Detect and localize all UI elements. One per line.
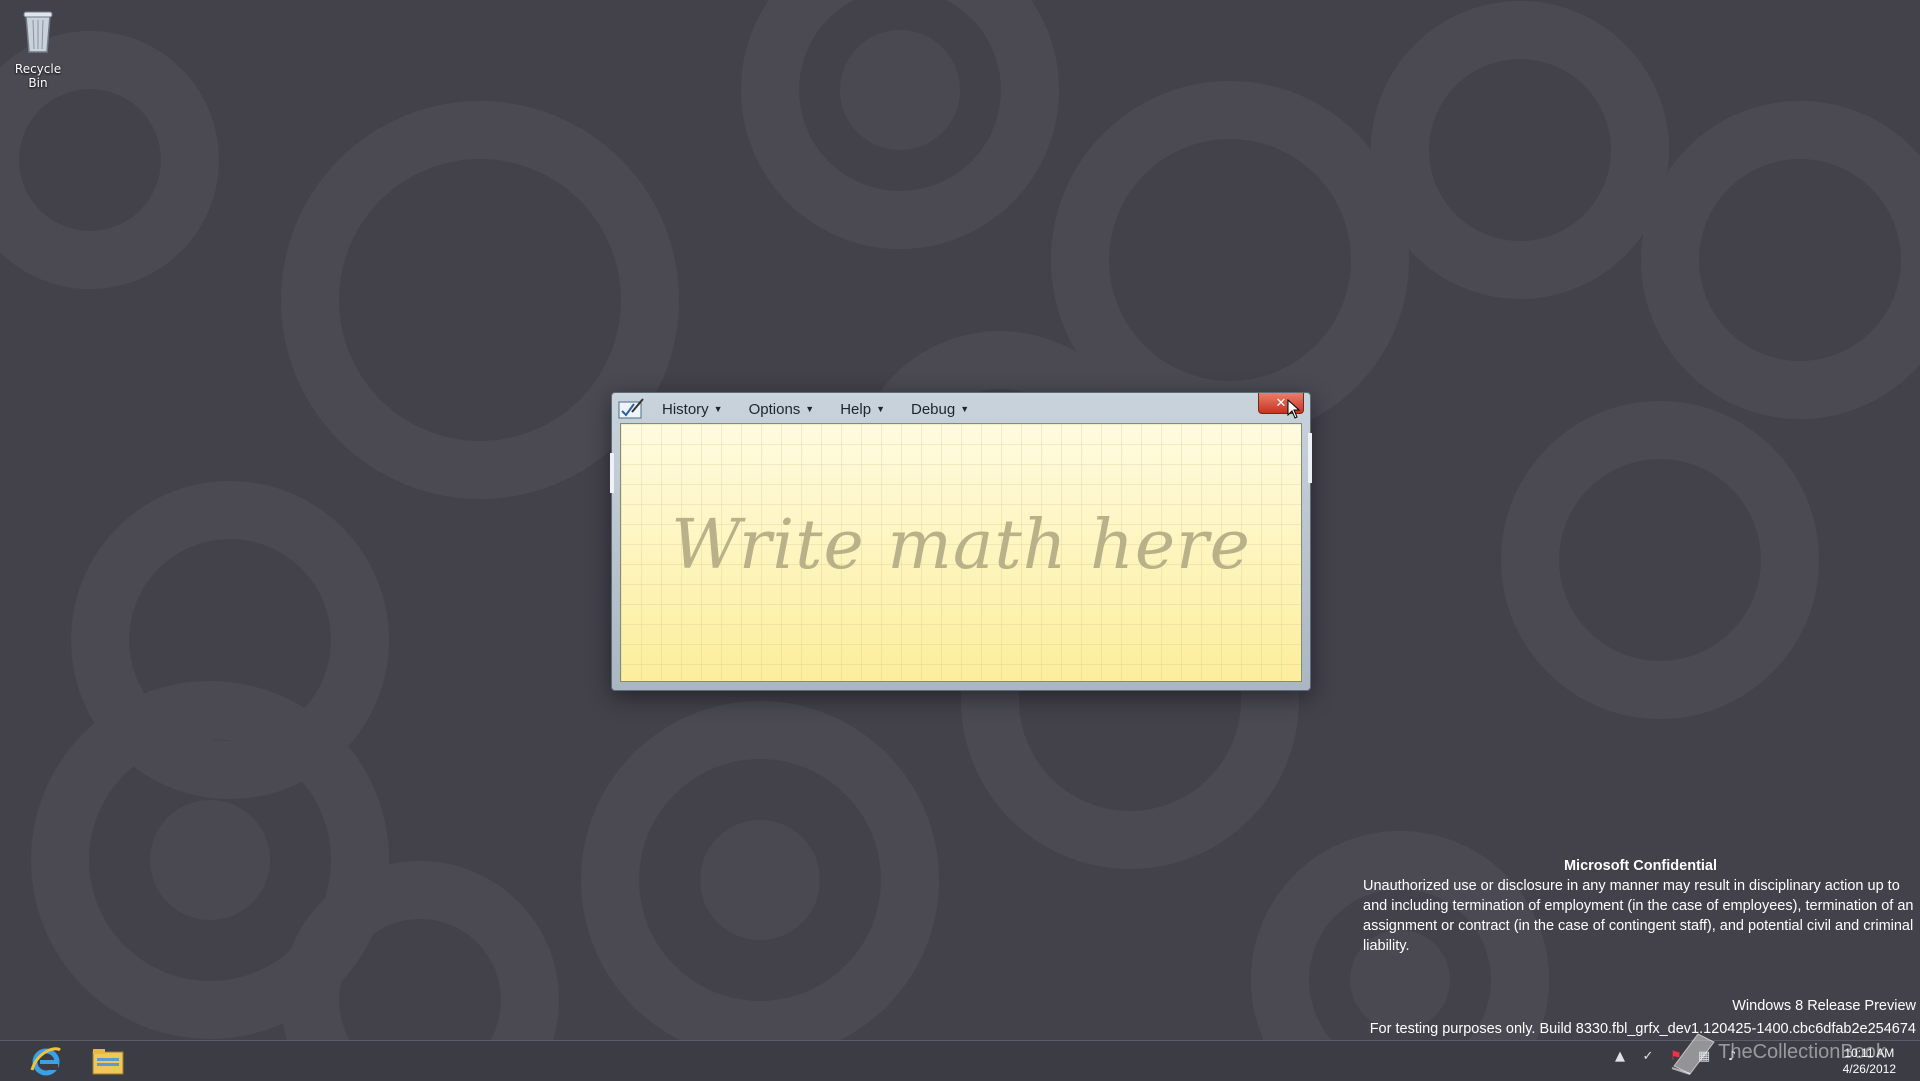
menu-debug-label: Debug [911,400,956,418]
recycle-bin-desktop-icon[interactable]: Recycle Bin [4,6,72,90]
recycle-bin-label: Recycle Bin [14,62,62,90]
mouse-pointer-icon [1287,399,1301,419]
internet-explorer-icon [30,1047,61,1076]
taskbar-internet-explorer[interactable] [16,1043,76,1079]
recycle-bin-icon [23,11,53,53]
confidential-heading: Microsoft Confidential [1563,858,1718,874]
build-watermark: Windows 8 Release Preview For testing pu… [1370,995,1916,1041]
menu-options[interactable]: Options ▼ [749,401,815,418]
menu-bar: History ▼ Options ▼ Help ▼ Debug ▼ [618,397,995,421]
writing-prompt: Write math here [671,506,1251,585]
menu-help[interactable]: Help ▼ [840,401,885,418]
close-icon: ✕ [1275,395,1287,411]
build-string: For testing purposes only. Build 8330.fb… [1369,1021,1916,1037]
taskbar-file-explorer[interactable] [78,1043,138,1079]
menu-history-label: History [662,400,709,418]
confidential-notice: Microsoft Confidential Unauthorized use … [1363,856,1918,956]
menu-options-label: Options [748,400,801,418]
menu-history[interactable]: History ▼ [662,401,723,418]
windows-edition: Windows 8 Release Preview [1732,998,1916,1014]
confidential-body: Unauthorized use or disclosure in any ma… [1363,878,1914,954]
options-dropdown-icon: ▼ [805,404,815,414]
math-input-tray-icon[interactable]: ✓ [1640,1049,1656,1065]
resize-grip-left[interactable] [610,453,614,493]
help-dropdown-icon: ▼ [876,404,885,414]
show-hidden-icons-icon[interactable]: ▲ [1612,1049,1628,1065]
taskbar: ▲ ✓ ⚑ ▦ ♪ 10:11 AM 4/26/2012 [0,1040,1920,1081]
file-explorer-icon [92,1049,124,1075]
site-watermark: TheCollectionBook [1718,1041,1886,1063]
book-watermark-icon [1671,1033,1715,1075]
math-input-panel-window[interactable]: History ▼ Options ▼ Help ▼ Debug ▼ ✕ Wri… [610,392,1312,691]
menu-debug[interactable]: Debug ▼ [911,401,969,418]
math-input-app-icon[interactable] [618,398,644,420]
menu-help-label: Help [840,400,872,418]
debug-dropdown-icon: ▼ [960,404,970,414]
resize-grip-right[interactable] [1308,433,1312,483]
writing-area[interactable]: Write math here [620,423,1302,682]
history-dropdown-icon: ▼ [713,404,723,414]
